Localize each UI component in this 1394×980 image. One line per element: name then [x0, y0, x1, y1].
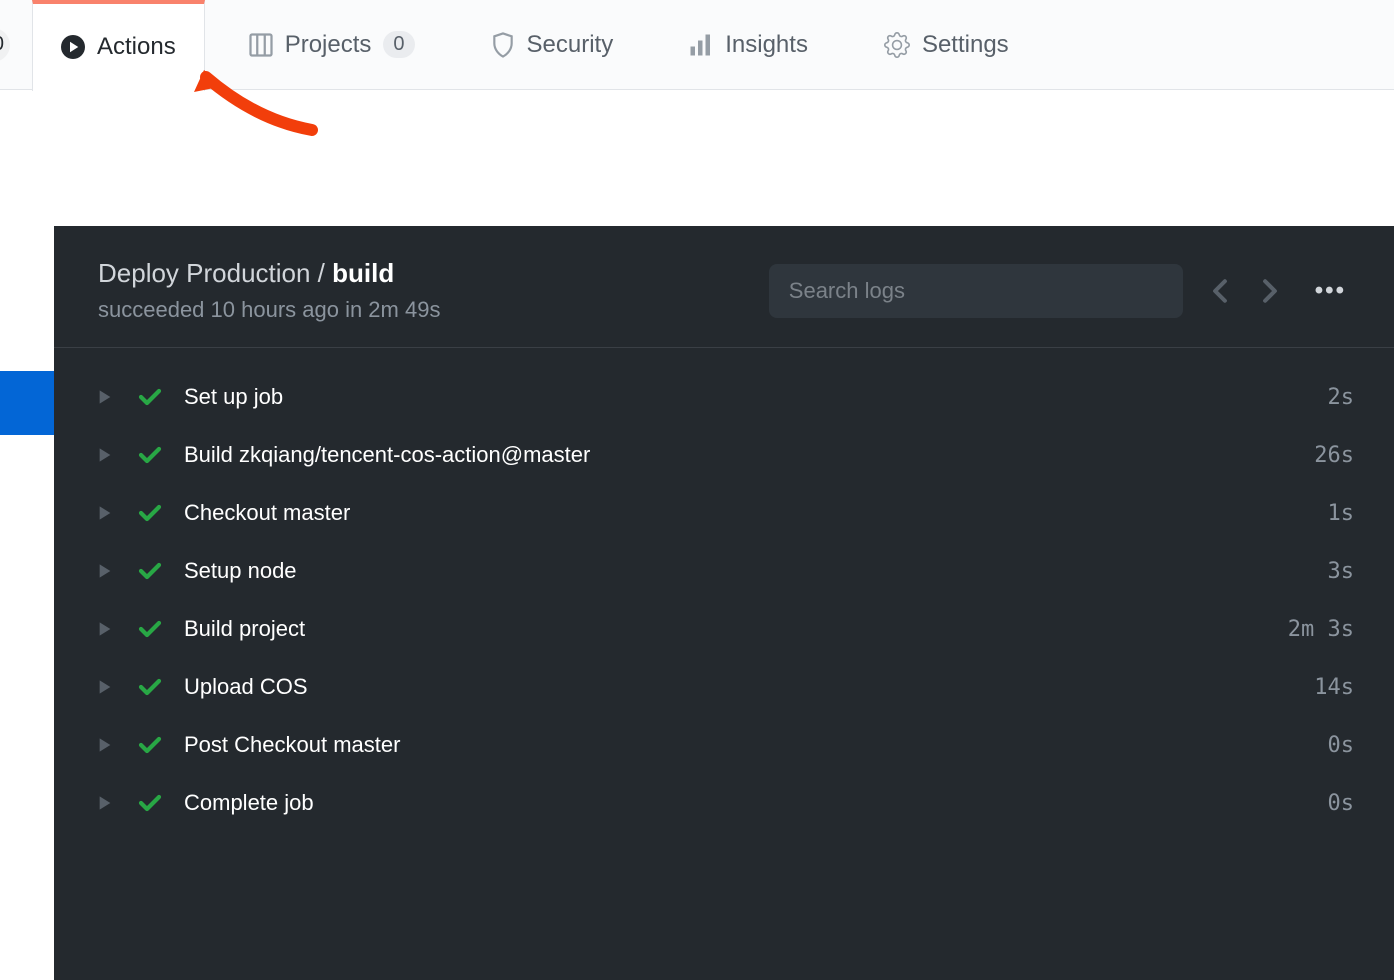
log-step-row[interactable]: Build project 2m 3s [98, 600, 1354, 658]
step-name: Build project [184, 616, 1288, 642]
expand-chevron-icon [98, 389, 122, 405]
log-header-controls: ••• [769, 264, 1354, 318]
play-circle-icon [61, 35, 85, 59]
expand-chevron-icon [98, 795, 122, 811]
step-duration: 0s [1328, 733, 1355, 758]
expand-chevron-icon [98, 737, 122, 753]
step-duration: 3s [1328, 559, 1355, 584]
nav-edge-count: 0 [0, 33, 4, 56]
log-step-row[interactable]: Complete job 0s [98, 774, 1354, 832]
log-subtitle: succeeded 10 hours ago in 2m 49s [98, 297, 440, 323]
tab-insights[interactable]: Insights [661, 0, 836, 90]
graph-icon [689, 33, 713, 57]
log-step-row[interactable]: Set up job 2s [98, 368, 1354, 426]
shield-icon [491, 32, 515, 58]
expand-chevron-icon [98, 563, 122, 579]
tab-label: Security [527, 31, 614, 59]
prev-button[interactable] [1207, 274, 1233, 308]
step-duration: 14s [1314, 675, 1354, 700]
projects-count-badge: 0 [383, 31, 414, 58]
success-check-icon [138, 619, 166, 639]
step-duration: 2m 3s [1288, 617, 1354, 642]
log-header: Deploy Production / build succeeded 10 h… [54, 226, 1394, 348]
sidebar-active-indicator [0, 371, 54, 435]
success-check-icon [138, 445, 166, 465]
log-step-row[interactable]: Post Checkout master 0s [98, 716, 1354, 774]
tab-label: Settings [922, 31, 1009, 59]
tab-actions[interactable]: Actions [32, 0, 205, 91]
log-step-row[interactable]: Checkout master 1s [98, 484, 1354, 542]
success-check-icon [138, 735, 166, 755]
log-header-titles: Deploy Production / build succeeded 10 h… [98, 258, 440, 323]
nav-edge-badge: 0 [0, 28, 10, 62]
expand-chevron-icon [98, 679, 122, 695]
tab-label: Insights [725, 31, 808, 59]
gear-icon [884, 32, 910, 58]
step-name: Set up job [184, 384, 1328, 410]
success-check-icon [138, 561, 166, 581]
step-name: Checkout master [184, 500, 1328, 526]
tab-label: Actions [97, 33, 176, 61]
step-name: Complete job [184, 790, 1328, 816]
log-title: Deploy Production / build [98, 258, 440, 289]
log-steps-list: Set up job 2s Build zkqiang/tencent-cos-… [54, 348, 1394, 852]
step-duration: 1s [1328, 501, 1355, 526]
step-duration: 26s [1314, 443, 1354, 468]
success-check-icon [138, 677, 166, 697]
more-menu-button[interactable]: ••• [1307, 277, 1354, 305]
log-step-row[interactable]: Setup node 3s [98, 542, 1354, 600]
step-name: Upload COS [184, 674, 1314, 700]
log-panel: Deploy Production / build succeeded 10 h… [54, 226, 1394, 980]
log-title-job: build [332, 258, 394, 288]
step-name: Post Checkout master [184, 732, 1328, 758]
log-step-row[interactable]: Build zkqiang/tencent-cos-action@master … [98, 426, 1354, 484]
tab-settings[interactable]: Settings [856, 0, 1037, 90]
annotation-arrow [186, 62, 326, 142]
success-check-icon [138, 503, 166, 523]
tab-security[interactable]: Security [463, 0, 642, 90]
success-check-icon [138, 793, 166, 813]
next-button[interactable] [1257, 274, 1283, 308]
log-title-prefix: Deploy Production / [98, 258, 332, 288]
search-logs-input[interactable] [769, 264, 1183, 318]
project-board-icon [249, 33, 273, 57]
step-name: Build zkqiang/tencent-cos-action@master [184, 442, 1314, 468]
log-step-row[interactable]: Upload COS 14s [98, 658, 1354, 716]
step-name: Setup node [184, 558, 1328, 584]
expand-chevron-icon [98, 447, 122, 463]
step-duration: 2s [1328, 385, 1355, 410]
step-duration: 0s [1328, 791, 1355, 816]
expand-chevron-icon [98, 505, 122, 521]
tab-label: Projects [285, 31, 372, 59]
success-check-icon [138, 387, 166, 407]
expand-chevron-icon [98, 621, 122, 637]
